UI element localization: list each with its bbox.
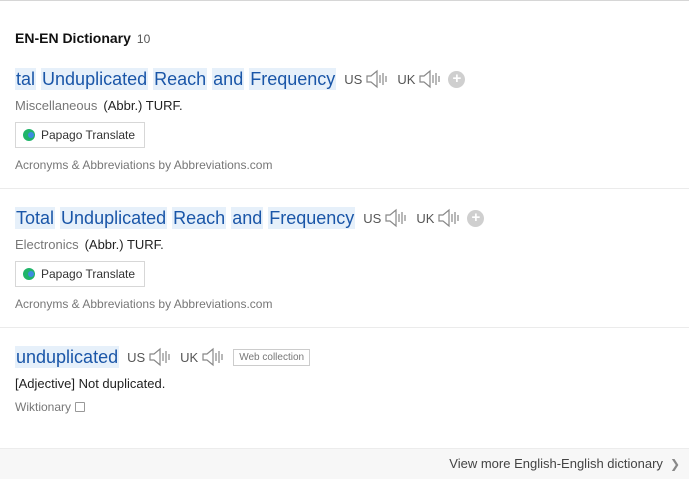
definition-row: [Adjective] Not duplicated. <box>15 376 689 391</box>
pronunciation-uk-label: UK <box>180 349 199 365</box>
term-word: Reach <box>172 206 227 229</box>
dictionary-entry: Total Unduplicated Reach and Frequency U… <box>15 205 689 311</box>
papago-translate-label: Papago Translate <box>41 267 136 281</box>
definition-text: (Abbr.) TURF. <box>103 98 183 113</box>
dictionary-title: EN-EN Dictionary <box>15 30 131 46</box>
speaker-icon[interactable] <box>201 347 225 367</box>
entry-headword-row: tal Unduplicated Reach and Frequency US … <box>15 66 689 92</box>
definition-category: Miscellaneous <box>15 98 98 113</box>
term-word: Total <box>15 206 56 229</box>
term-word: and <box>231 206 264 229</box>
pronunciation-us-label: US <box>363 210 382 226</box>
external-link-icon <box>75 402 86 412</box>
entry-source[interactable]: Wiktionary <box>15 400 689 414</box>
pronunciation-uk-label: UK <box>397 71 416 87</box>
speaker-icon[interactable] <box>384 208 408 228</box>
top-divider <box>0 0 689 1</box>
dictionary-header: EN-EN Dictionary 10 <box>15 30 150 46</box>
chevron-right-icon: ❯ <box>669 456 680 471</box>
entry-source[interactable]: Acronyms & Abbreviations by Abbreviation… <box>15 297 689 311</box>
source-label: Wiktionary <box>15 400 72 414</box>
definition-text: (Abbr.) TURF. <box>84 237 164 252</box>
speaker-icon[interactable] <box>148 347 172 367</box>
pronunciation-us[interactable]: US <box>344 69 389 89</box>
entry-headword-row: unduplicated US UK Web collection <box>15 344 689 370</box>
pronunciation-uk[interactable]: UK <box>416 208 461 228</box>
pronunciation-uk-label: UK <box>416 210 435 226</box>
term-word: unduplicated <box>15 345 120 368</box>
term-word: Frequency <box>249 67 337 90</box>
speaker-icon[interactable] <box>418 69 442 89</box>
dictionary-entry: tal Unduplicated Reach and Frequency US … <box>15 66 689 172</box>
pronunciation-us[interactable]: US <box>363 208 408 228</box>
entry-divider <box>0 327 689 328</box>
view-more-label: View more English-English dictionary <box>449 456 663 471</box>
view-more-link[interactable]: View more English-English dictionary ❯ <box>449 456 680 471</box>
term-word: Reach <box>153 67 208 90</box>
result-count: 10 <box>136 32 151 46</box>
web-collection-badge: Web collection <box>233 348 311 366</box>
speaker-icon[interactable] <box>437 208 461 228</box>
term-word: Unduplicated <box>41 67 149 90</box>
entry-term-link[interactable]: tal Unduplicated Reach and Frequency <box>15 67 337 90</box>
papago-translate-button[interactable]: Papago Translate <box>15 122 146 148</box>
papago-icon <box>23 129 35 141</box>
speaker-icon[interactable] <box>365 69 389 89</box>
entry-term-link[interactable]: Total Unduplicated Reach and Frequency <box>15 206 356 229</box>
pronunciation-us[interactable]: US <box>127 347 172 367</box>
pronunciation-us-label: US <box>344 71 363 87</box>
papago-translate-label: Papago Translate <box>41 128 136 142</box>
definition-category: Electronics <box>15 237 79 252</box>
dictionary-footer: View more English-English dictionary ❯ <box>0 448 689 479</box>
term-word: and <box>212 67 245 90</box>
entry-source[interactable]: Acronyms & Abbreviations by Abbreviation… <box>15 158 689 172</box>
term-word: Unduplicated <box>60 206 168 229</box>
definition-row: Electronics (Abbr.) TURF. <box>15 237 689 252</box>
entry-term-link[interactable]: unduplicated <box>15 345 120 368</box>
papago-translate-button[interactable]: Papago Translate <box>15 261 146 287</box>
definition-text: [Adjective] Not duplicated. <box>15 376 166 391</box>
papago-icon <box>23 268 35 280</box>
add-wordbook-icon[interactable]: + <box>448 70 466 88</box>
term-word: Frequency <box>268 206 356 229</box>
dictionary-entry: unduplicated US UK Web collection [Adjec… <box>15 344 689 414</box>
entry-divider <box>0 188 689 189</box>
entry-headword-row: Total Unduplicated Reach and Frequency U… <box>15 205 689 231</box>
pronunciation-uk[interactable]: UK <box>180 347 225 367</box>
term-word: tal <box>15 67 37 90</box>
add-wordbook-icon[interactable]: + <box>467 209 485 227</box>
pronunciation-us-label: US <box>127 349 146 365</box>
definition-row: Miscellaneous (Abbr.) TURF. <box>15 98 689 113</box>
pronunciation-uk[interactable]: UK <box>397 69 442 89</box>
